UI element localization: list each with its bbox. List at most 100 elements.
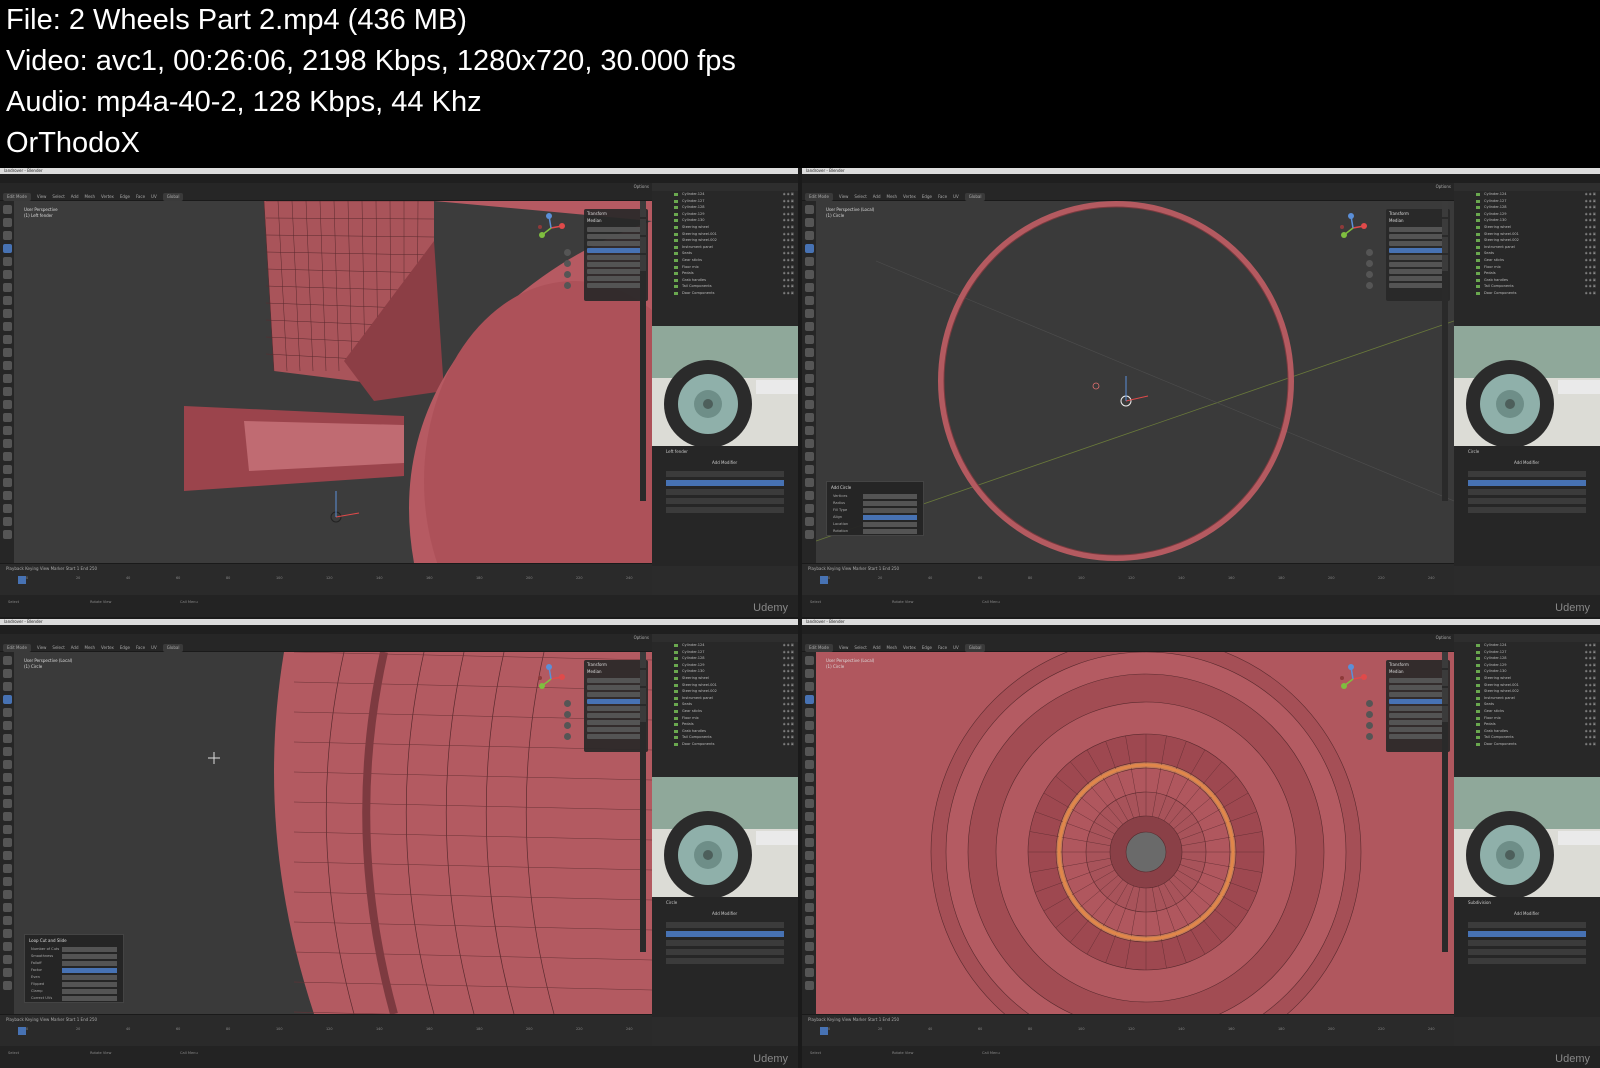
tool-button[interactable] [804,478,814,487]
outliner-item[interactable]: Cylinder.128 [652,204,798,211]
outliner-item[interactable]: Cylinder.127 [1454,649,1600,656]
tool-button[interactable] [2,283,12,292]
tool-button[interactable] [2,296,12,305]
operator-field[interactable]: Smoothness [25,953,123,960]
tool-button[interactable] [804,530,814,539]
outliner-item[interactable]: Door Components [652,741,798,748]
outliner-item[interactable]: Steering wheel.002 [1454,688,1600,695]
transform-orientation-dropdown[interactable]: Global [162,644,184,652]
outliner-item[interactable]: Cylinder.130 [652,217,798,224]
tool-button[interactable] [804,916,814,925]
header-menu-item[interactable]: UV [953,644,959,652]
header-menu-item[interactable]: UV [953,193,959,201]
outliner-item[interactable]: Pedals [652,721,798,728]
header-menu-item[interactable]: Mesh [85,193,96,201]
navigation-gizmo[interactable] [536,664,566,694]
tool-button[interactable] [2,218,12,227]
add-modifier-button[interactable]: Add Modifier [1454,457,1600,468]
outliner-item[interactable]: Cylinder.128 [652,655,798,662]
tool-button[interactable] [2,309,12,318]
tool-button[interactable] [2,374,12,383]
tool-button[interactable] [804,231,814,240]
outliner-item[interactable]: Instrument panel [1454,244,1600,251]
tool-button[interactable] [804,968,814,977]
header-menu-item[interactable]: Face [136,644,145,652]
tool-button[interactable] [2,799,12,808]
navigation-gizmo[interactable] [1338,664,1368,694]
outliner-item[interactable]: Cylinder.124 [652,642,798,649]
operator-field[interactable]: Rotation [827,528,923,535]
outliner-item[interactable]: Gear sticks [1454,257,1600,264]
header-menu-item[interactable]: Edge [922,644,932,652]
outliner-item[interactable]: Pedals [1454,721,1600,728]
tool-button[interactable] [2,864,12,873]
tool-button[interactable] [804,981,814,990]
tool-button[interactable] [2,205,12,214]
3d-viewport[interactable]: User Perspective (1) Left fender Transfor… [14,201,652,563]
tool-button[interactable] [804,465,814,474]
tool-button[interactable] [804,387,814,396]
tool-button[interactable] [804,491,814,500]
tool-button[interactable] [804,734,814,743]
tool-button[interactable] [804,218,814,227]
transform-orientation-dropdown[interactable]: Global [964,644,986,652]
outliner-item[interactable]: Tail Components [1454,734,1600,741]
outliner-item[interactable]: Steering wheel [1454,675,1600,682]
tool-button[interactable] [2,491,12,500]
transform-orientation-dropdown[interactable]: Global [162,193,184,201]
tool-button[interactable] [804,747,814,756]
tool-button[interactable] [804,517,814,526]
tool-button[interactable] [804,283,814,292]
header-menu-item[interactable]: View [839,644,849,652]
header-menu-item[interactable]: Edge [922,193,932,201]
tool-button[interactable] [804,838,814,847]
header-menu-item[interactable]: Vertex [903,193,916,201]
tool-button[interactable] [804,877,814,886]
sidebar-transform-panel[interactable]: Transform Median [584,209,648,301]
header-menu-item[interactable]: Edge [120,644,130,652]
operator-field[interactable]: Correct UVs [25,995,123,1002]
tool-button[interactable] [804,799,814,808]
playhead[interactable] [18,576,26,584]
outliner[interactable]: Cylinder.124Cylinder.127Cylinder.128Cyli… [652,183,798,326]
tool-button[interactable] [804,439,814,448]
sidebar-tabs[interactable] [640,201,646,501]
tool-button[interactable] [804,426,814,435]
outliner-item[interactable]: Gear sticks [652,257,798,264]
transform-orientation-dropdown[interactable]: Global [964,193,986,201]
outliner-item[interactable]: Instrument panel [1454,695,1600,702]
outliner[interactable]: Cylinder.124Cylinder.127Cylinder.128Cyli… [652,634,798,777]
timeline[interactable]: Playback Keying View Marker Start 1 End … [802,1014,1454,1047]
header-menu-item[interactable]: UV [151,644,157,652]
outliner-item[interactable]: Instrument panel [652,695,798,702]
tool-button[interactable] [804,335,814,344]
header-menu-item[interactable]: View [839,193,849,201]
outliner-item[interactable]: Cylinder.129 [652,211,798,218]
header-menu-item[interactable]: Add [71,644,79,652]
outliner-item[interactable]: Cylinder.129 [1454,662,1600,669]
operator-field[interactable]: Clamp [25,988,123,995]
tool-button[interactable] [804,322,814,331]
header-menu-item[interactable]: Edit Mode [805,193,833,201]
tool-button[interactable] [2,530,12,539]
outliner-item[interactable]: Tail Components [652,734,798,741]
tool-button[interactable] [2,812,12,821]
outliner-item[interactable]: Gear sticks [1454,708,1600,715]
add-modifier-button[interactable]: Add Modifier [652,908,798,919]
operator-field[interactable]: Even [25,974,123,981]
outliner-item[interactable]: Cylinder.124 [1454,642,1600,649]
tool-button[interactable] [804,708,814,717]
tool-button[interactable] [804,851,814,860]
outliner-item[interactable]: Grab handles [652,277,798,284]
tool-button[interactable] [804,452,814,461]
tool-button[interactable] [2,877,12,886]
sidebar-tabs[interactable] [1442,201,1448,501]
playhead[interactable] [18,1027,26,1035]
timeline[interactable]: Playback Keying View Marker Start 1 End … [0,1014,652,1047]
tool-button[interactable] [804,361,814,370]
tool-button[interactable] [2,517,12,526]
tool-button[interactable] [2,968,12,977]
tool-button[interactable] [2,786,12,795]
header-menu-item[interactable]: Add [71,193,79,201]
tool-button[interactable] [804,205,814,214]
